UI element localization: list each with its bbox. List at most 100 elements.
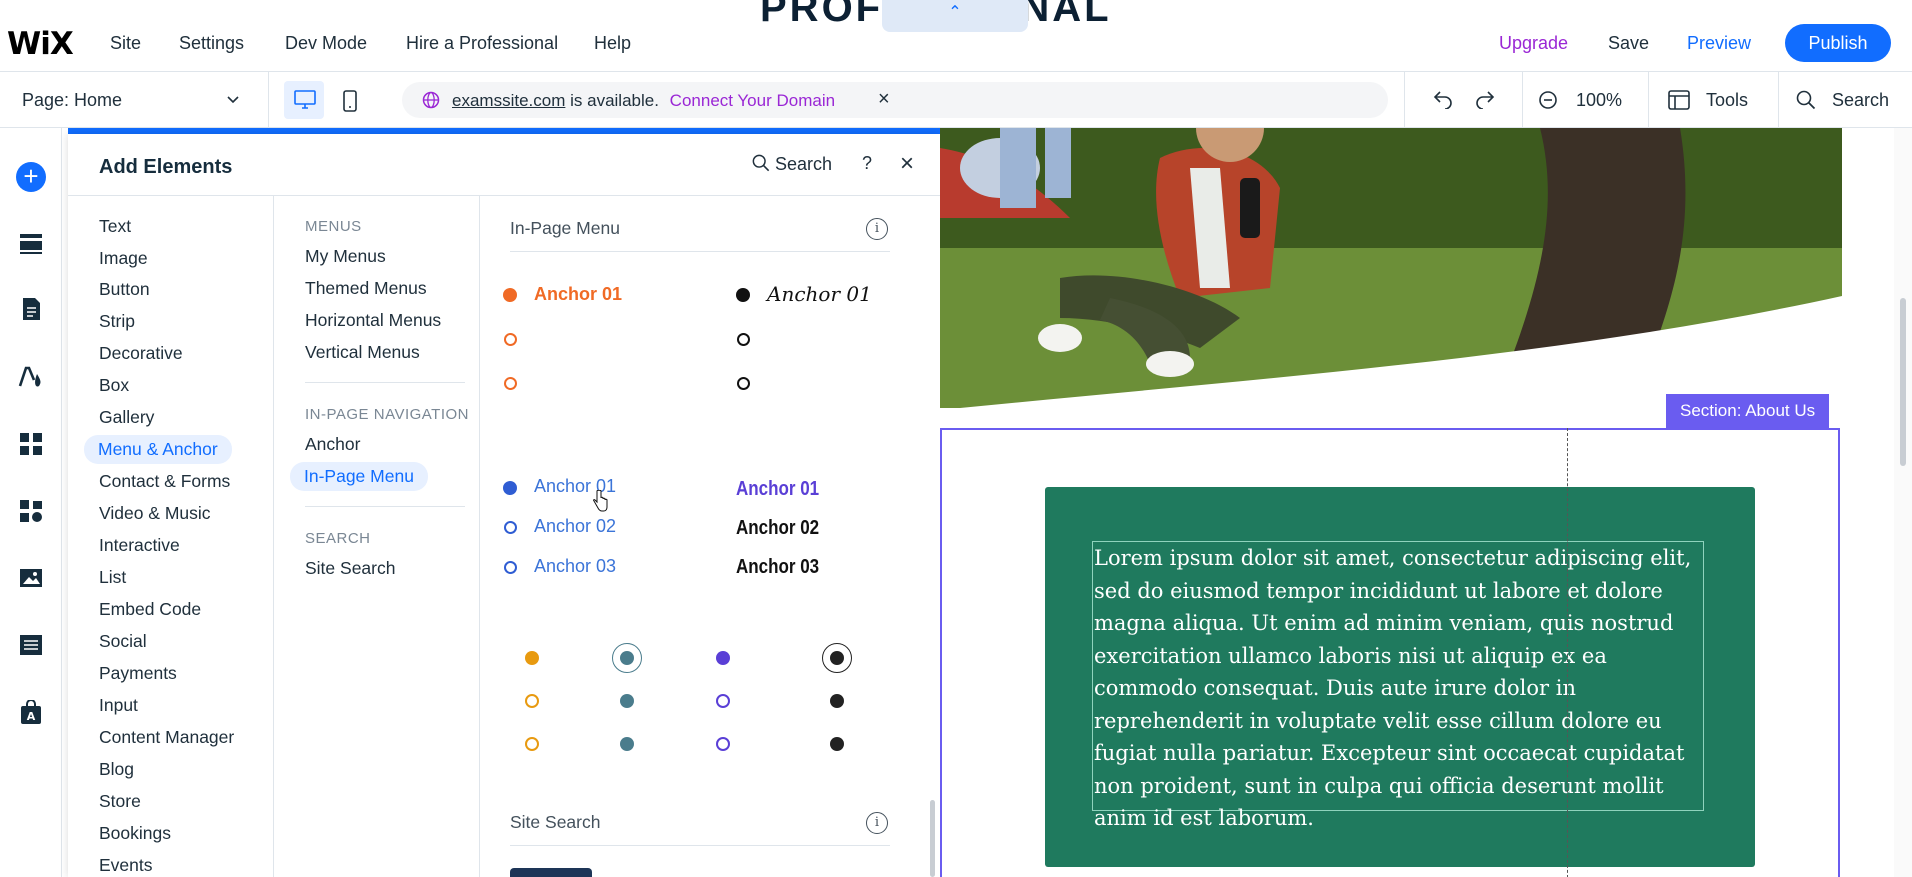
anchor-dot (830, 737, 844, 751)
close-icon[interactable]: × (878, 88, 890, 111)
subcategory-item[interactable]: Horizontal Menus (305, 310, 441, 331)
category-item[interactable]: Blog (99, 759, 134, 780)
domain-status: is available. (570, 91, 659, 110)
category-item[interactable]: Interactive (99, 535, 180, 556)
about-text[interactable]: Lorem ipsum dolor sit amet, consectetur … (1094, 542, 1704, 835)
cms-icon[interactable] (18, 632, 44, 658)
editor-toolbar: Page: Home examssite.com is available. C… (0, 72, 1912, 128)
apps-icon[interactable] (18, 431, 44, 457)
category-item[interactable]: Store (99, 791, 141, 812)
category-item[interactable]: Input (99, 695, 138, 716)
preview-button[interactable]: Preview (1687, 33, 1751, 54)
anchor-dot (620, 737, 634, 751)
zoom-out-icon[interactable] (1538, 90, 1558, 110)
nav-site[interactable]: Site (110, 33, 141, 54)
undo-icon[interactable] (1432, 89, 1454, 109)
add-elements-button[interactable]: + (16, 162, 46, 192)
redo-icon[interactable] (1474, 89, 1496, 109)
anchor-dot (525, 651, 539, 665)
divider (268, 72, 269, 128)
category-item[interactable]: Text (99, 216, 131, 237)
save-button[interactable]: Save (1608, 33, 1649, 54)
info-icon[interactable]: i (866, 812, 888, 834)
category-item[interactable]: Social (99, 631, 147, 652)
section-tag[interactable]: Section: About Us (1666, 394, 1830, 428)
panel-title: Add Elements (99, 156, 233, 178)
chevron-down-icon[interactable] (226, 92, 240, 108)
subcategory-item[interactable]: My Menus (305, 246, 386, 267)
category-item[interactable]: Events (99, 855, 153, 876)
pages-icon[interactable] (18, 296, 44, 322)
category-item[interactable]: Image (99, 248, 148, 269)
hero-image[interactable] (940, 128, 1842, 408)
category-item[interactable]: Payments (99, 663, 177, 684)
business-apps-icon[interactable] (18, 498, 44, 524)
nav-dev-mode[interactable]: Dev Mode (285, 33, 367, 54)
subcategory-item-active[interactable]: In-Page Menu (290, 462, 428, 491)
anchor-dot (620, 651, 634, 665)
category-item[interactable]: Contact & Forms (99, 471, 230, 492)
anchor-dot (525, 737, 539, 751)
mobile-icon (343, 90, 357, 112)
app-market-icon[interactable]: A (18, 700, 44, 726)
category-item[interactable]: Embed Code (99, 599, 201, 620)
category-item[interactable]: Video & Music (99, 503, 211, 524)
domain-name[interactable]: examssite.com (452, 91, 565, 110)
connect-domain-link[interactable]: Connect Your Domain (670, 91, 835, 110)
hand-cursor-icon (593, 490, 608, 512)
collapse-header-tab[interactable]: ⌃ (882, 0, 1028, 32)
mobile-view-button[interactable] (332, 81, 372, 119)
category-item[interactable]: List (99, 567, 126, 588)
subcategory-item[interactable]: Themed Menus (305, 278, 427, 299)
wix-logo[interactable]: WiX (7, 26, 74, 62)
anchor-dot (504, 561, 517, 574)
anchor-dot (716, 651, 730, 665)
nav-help[interactable]: Help (594, 33, 631, 54)
nav-hire-professional[interactable]: Hire a Professional (406, 33, 558, 54)
desktop-view-button[interactable] (284, 81, 324, 119)
anchor-label: Anchor 03 (736, 556, 820, 578)
media-icon[interactable] (18, 565, 44, 591)
close-icon[interactable]: × (900, 150, 914, 178)
anchor-label: Anchor 02 (534, 516, 617, 536)
category-item[interactable]: Gallery (99, 407, 154, 428)
category-item[interactable]: Strip (99, 311, 135, 332)
divider (510, 845, 890, 846)
site-search-button[interactable]: Search (1832, 90, 1889, 111)
category-item[interactable]: Box (99, 375, 129, 396)
zoom-level[interactable]: 100% (1576, 90, 1622, 111)
search-icon[interactable] (1796, 90, 1816, 110)
panel-search-label: Search (775, 154, 833, 174)
subcategory-item[interactable]: Vertical Menus (305, 342, 420, 363)
page-selector[interactable]: Page: Home (22, 90, 122, 111)
divider (510, 251, 890, 252)
canvas-scrollbar[interactable] (1894, 128, 1912, 877)
nav-settings[interactable]: Settings (179, 33, 244, 54)
tools-icon[interactable] (1668, 90, 1690, 110)
divider (305, 382, 465, 383)
top-bar: WiX Site Settings Dev Mode Hire a Profes… (0, 0, 1912, 72)
category-list: Text Image Button Strip Decorative Box G… (68, 196, 274, 877)
publish-button[interactable]: Publish (1785, 24, 1891, 62)
subcategory-item[interactable]: Anchor (305, 434, 360, 455)
upgrade-link[interactable]: Upgrade (1499, 33, 1568, 54)
category-item[interactable]: Button (99, 279, 150, 300)
panel-scrollbar[interactable] (930, 800, 935, 877)
tools-button[interactable]: Tools (1706, 90, 1748, 111)
info-icon[interactable]: i (866, 218, 888, 240)
sections-icon[interactable] (18, 230, 44, 256)
design-icon[interactable] (18, 364, 44, 390)
category-item[interactable]: Content Manager (99, 727, 234, 748)
help-icon[interactable]: ? (862, 153, 872, 174)
anchor-dot (830, 694, 844, 708)
anchor-dot (503, 288, 517, 302)
anchor-label: Anchor 02 (736, 517, 820, 539)
site-search-preset[interactable] (510, 868, 592, 877)
scrollbar-thumb[interactable] (1900, 298, 1906, 466)
panel-search-button[interactable]: Search (752, 154, 832, 175)
category-item[interactable]: Decorative (99, 343, 183, 364)
category-item-active[interactable]: Menu & Anchor (84, 435, 232, 464)
subcategory-item[interactable]: Site Search (305, 558, 395, 579)
category-item[interactable]: Bookings (99, 823, 171, 844)
anchor-dot (716, 694, 730, 708)
